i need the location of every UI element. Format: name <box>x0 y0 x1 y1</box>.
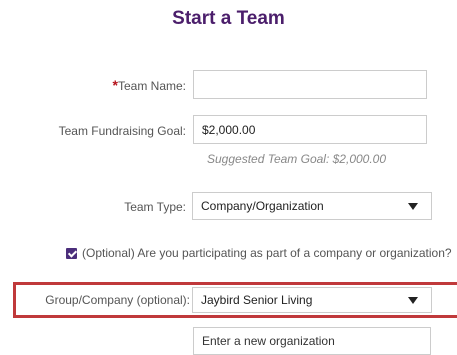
company-checkbox-label: (Optional) Are you participating as part… <box>82 246 452 260</box>
caret-down-icon <box>408 203 418 210</box>
caret-down-icon <box>408 297 418 304</box>
new-organization-text: Enter a new organization <box>202 334 335 348</box>
team-name-label-text: Team Name: <box>117 79 186 93</box>
goal-input[interactable] <box>202 122 418 137</box>
suggested-goal-hint: Suggested Team Goal: $2,000.00 <box>207 152 387 166</box>
team-type-selected: Company/Organization <box>201 199 324 213</box>
team-type-select[interactable]: Company/Organization <box>192 192 432 220</box>
company-checkbox[interactable] <box>66 248 77 259</box>
page-title: Start a Team <box>172 8 285 29</box>
team-name-label: *Team Name: <box>113 77 186 93</box>
group-company-selected: Jaybird Senior Living <box>201 293 313 307</box>
team-name-input[interactable] <box>202 77 418 92</box>
team-name-field[interactable] <box>193 70 427 99</box>
goal-field[interactable] <box>193 115 427 144</box>
group-company-select[interactable]: Jaybird Senior Living <box>192 287 432 313</box>
goal-label: Team Fundraising Goal: <box>58 124 186 138</box>
team-type-label: Team Type: <box>124 200 186 214</box>
group-company-label: Group/Company (optional): <box>45 293 190 307</box>
